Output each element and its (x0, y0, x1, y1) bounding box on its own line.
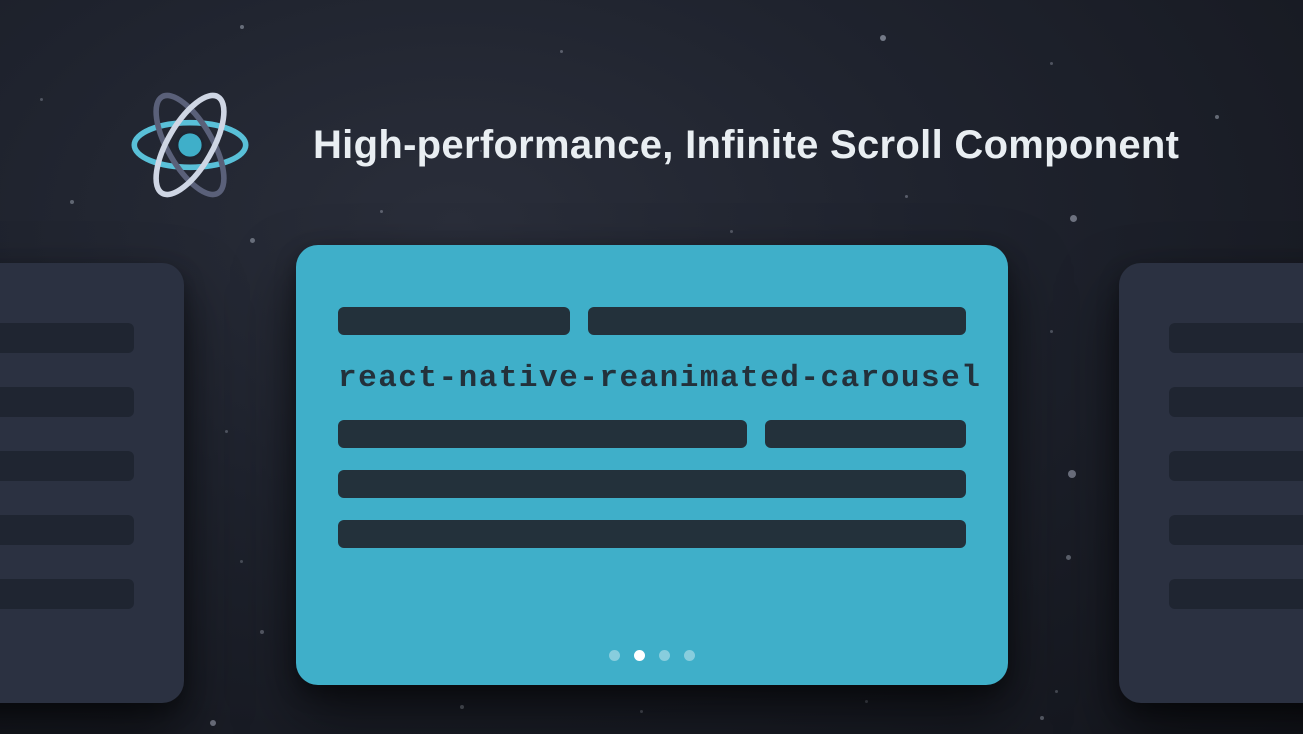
placeholder-bar (1169, 515, 1303, 545)
placeholder-bar (0, 451, 134, 481)
placeholder-row (338, 307, 966, 335)
placeholder-bar (1169, 579, 1303, 609)
pager-dot[interactable] (609, 650, 620, 661)
placeholder-bar (0, 387, 134, 417)
placeholder-bar (338, 520, 966, 548)
placeholder-bar (338, 470, 966, 498)
page-title: High-performance, Infinite Scroll Compon… (313, 123, 1179, 168)
placeholder-row (338, 420, 966, 448)
carousel-main-card[interactable]: react-native-reanimated-carousel (296, 245, 1008, 685)
package-name-text: react-native-reanimated-carousel (338, 357, 966, 398)
carousel-stage: react-native-reanimated-carousel (0, 245, 1303, 705)
placeholder-bar (765, 420, 966, 448)
placeholder-row (338, 520, 966, 548)
placeholder-bar (1169, 387, 1303, 417)
placeholder-bar (0, 323, 134, 353)
placeholder-bar (338, 420, 747, 448)
placeholder-bar (0, 515, 134, 545)
placeholder-bar (0, 579, 134, 609)
placeholder-bar (588, 307, 966, 335)
pager (338, 640, 966, 661)
placeholder-bar (1169, 323, 1303, 353)
carousel-side-card-right[interactable] (1119, 263, 1303, 703)
placeholder-row (338, 470, 966, 498)
pager-dot-active[interactable] (634, 650, 645, 661)
pager-dot[interactable] (659, 650, 670, 661)
carousel-side-card-left[interactable] (0, 263, 184, 703)
header: High-performance, Infinite Scroll Compon… (115, 80, 1179, 210)
react-logo-icon (115, 80, 265, 210)
placeholder-bar (1169, 451, 1303, 481)
pager-dot[interactable] (684, 650, 695, 661)
placeholder-bar (338, 307, 570, 335)
